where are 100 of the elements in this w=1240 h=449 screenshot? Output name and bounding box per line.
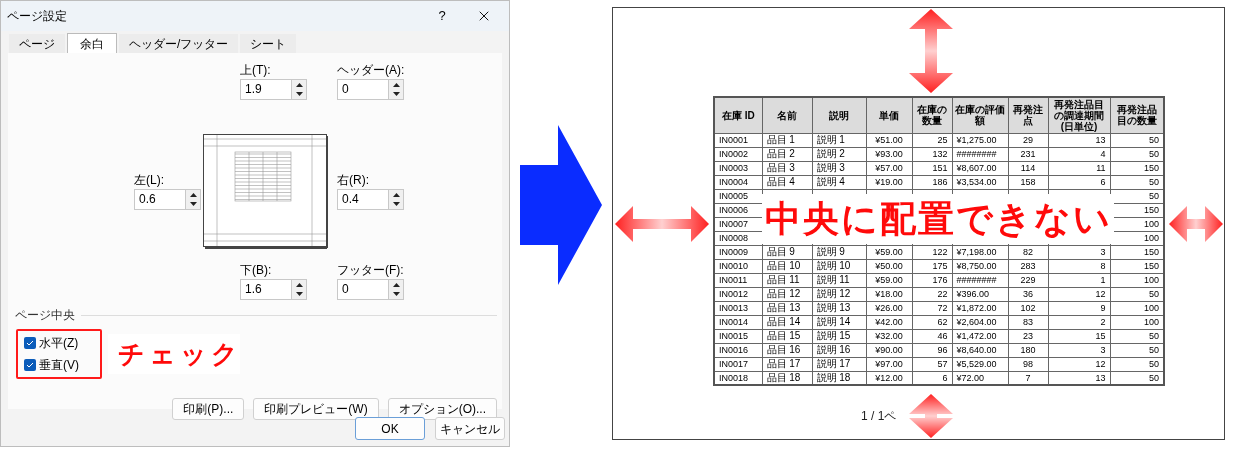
checkbox[interactable] — [24, 359, 36, 371]
table-cell: ¥8,750.00 — [952, 259, 1008, 273]
table-cell: 説明 15 — [812, 329, 866, 343]
table-cell: ¥8,607.00 — [952, 161, 1008, 175]
table-cell: 132 — [912, 147, 952, 161]
table-cell: 説明 13 — [812, 301, 866, 315]
table-cell: ¥3,534.00 — [952, 175, 1008, 189]
group-label: ページ中央 — [15, 307, 75, 324]
table-cell: 品目 12 — [762, 287, 812, 301]
double-arrow — [1169, 206, 1223, 242]
table-cell: ¥18.00 — [866, 287, 912, 301]
column-header: 名前 — [762, 97, 812, 133]
table-cell: IN0012 — [714, 287, 762, 301]
column-header: 説明 — [812, 97, 866, 133]
table-cell: 151 — [912, 161, 952, 175]
table-cell: 3 — [1048, 245, 1110, 259]
table-cell: ¥97.00 — [866, 357, 912, 371]
table-cell: 説明 11 — [812, 273, 866, 287]
tab[interactable]: 余白 — [67, 33, 117, 53]
table-cell: ¥42.00 — [866, 315, 912, 329]
table-cell: 72 — [912, 301, 952, 315]
table-cell: 説明 9 — [812, 245, 866, 259]
table-cell: IN0004 — [714, 175, 762, 189]
table-cell: ¥396.00 — [952, 287, 1008, 301]
check-icon — [26, 362, 34, 368]
window-title: ページ設定 — [7, 8, 68, 25]
table-cell: 6 — [1048, 175, 1110, 189]
table-cell: 46 — [912, 329, 952, 343]
table-cell: ¥59.00 — [866, 273, 912, 287]
table-cell: 説明 10 — [812, 259, 866, 273]
checkbox[interactable] — [24, 337, 36, 349]
table-cell: IN0015 — [714, 329, 762, 343]
table-cell: ¥90.00 — [866, 343, 912, 357]
dialog-button[interactable]: 印刷(P)... — [172, 398, 245, 420]
table-cell: 229 — [1008, 273, 1048, 287]
table-cell: 176 — [912, 273, 952, 287]
table-cell: ¥19.00 — [866, 175, 912, 189]
table-cell: 説明 3 — [812, 161, 866, 175]
dialog-button[interactable]: OK — [355, 417, 425, 440]
dialog-button[interactable]: キャンセル — [435, 417, 505, 440]
table-cell: ######## — [952, 273, 1008, 287]
column-header: 在庫 ID — [714, 97, 762, 133]
tab[interactable]: ヘッダー/フッター — [119, 34, 239, 53]
table-cell: 158 — [1008, 175, 1048, 189]
help-button[interactable]: ? — [427, 6, 457, 26]
table-cell: IN0017 — [714, 357, 762, 371]
table-cell: 98 — [1008, 357, 1048, 371]
checkbox-label: 水平(Z) — [39, 335, 79, 352]
table-cell: 品目 16 — [762, 343, 812, 357]
table-cell: IN0010 — [714, 259, 762, 273]
table-cell: 2 — [1048, 315, 1110, 329]
table-cell: 品目 11 — [762, 273, 812, 287]
table-cell: ¥1,472.00 — [952, 329, 1008, 343]
check-icon — [26, 340, 34, 346]
table-cell: IN0014 — [714, 315, 762, 329]
table-cell: 114 — [1008, 161, 1048, 175]
table-cell: IN0002 — [714, 147, 762, 161]
table-cell: 186 — [912, 175, 952, 189]
table-cell: 22 — [912, 287, 952, 301]
dialog-button[interactable]: オプション(O)... — [387, 398, 497, 420]
table-cell: ¥2,604.00 — [952, 315, 1008, 329]
page-number: 1 / 1ペ — [861, 408, 897, 425]
tab[interactable]: ページ — [9, 34, 65, 53]
table-cell: 13 — [1048, 133, 1110, 147]
table-cell: 12 — [1048, 287, 1110, 301]
table-cell: ¥7,198.00 — [952, 245, 1008, 259]
table-cell: ¥93.00 — [866, 147, 912, 161]
table-cell: ¥50.00 — [866, 259, 912, 273]
dialog-button[interactable]: 印刷プレビュー(W) — [253, 398, 379, 420]
table-cell: 23 — [1008, 329, 1048, 343]
field-label: 右(R): — [337, 173, 370, 188]
table-cell: 29 — [1008, 133, 1048, 147]
table-cell: 62 — [912, 315, 952, 329]
table-cell: 12 — [1048, 357, 1110, 371]
table-cell: ######## — [952, 147, 1008, 161]
table-cell: 品目 10 — [762, 259, 812, 273]
table-cell: 説明 16 — [812, 343, 866, 357]
table-cell: 説明 12 — [812, 287, 866, 301]
table-cell: ¥32.00 — [866, 329, 912, 343]
table-cell: 説明 4 — [812, 175, 866, 189]
table-cell: 102 — [1008, 301, 1048, 315]
table-cell: 122 — [912, 245, 952, 259]
table-cell: IN0001 — [714, 133, 762, 147]
table-cell: 83 — [1008, 315, 1048, 329]
table-cell: 説明 1 — [812, 133, 866, 147]
table-cell: 25 — [912, 133, 952, 147]
table-cell: ¥59.00 — [866, 245, 912, 259]
table-cell: 4 — [1048, 147, 1110, 161]
table-cell: ¥8,640.00 — [952, 343, 1008, 357]
table-cell: 96 — [912, 343, 952, 357]
table-cell: IN0011 — [714, 273, 762, 287]
column-header: 再発注点 — [1008, 97, 1048, 133]
annotation-label: チェック — [108, 334, 240, 374]
field-label: フッター(F): — [337, 263, 405, 278]
tab[interactable]: シート — [240, 34, 297, 53]
field-label: 上(T): — [240, 63, 272, 78]
table-cell: 82 — [1008, 245, 1048, 259]
table-cell: 品目 1 — [762, 133, 812, 147]
field-label: 下(B): — [240, 263, 273, 278]
table-cell: 231 — [1008, 147, 1048, 161]
